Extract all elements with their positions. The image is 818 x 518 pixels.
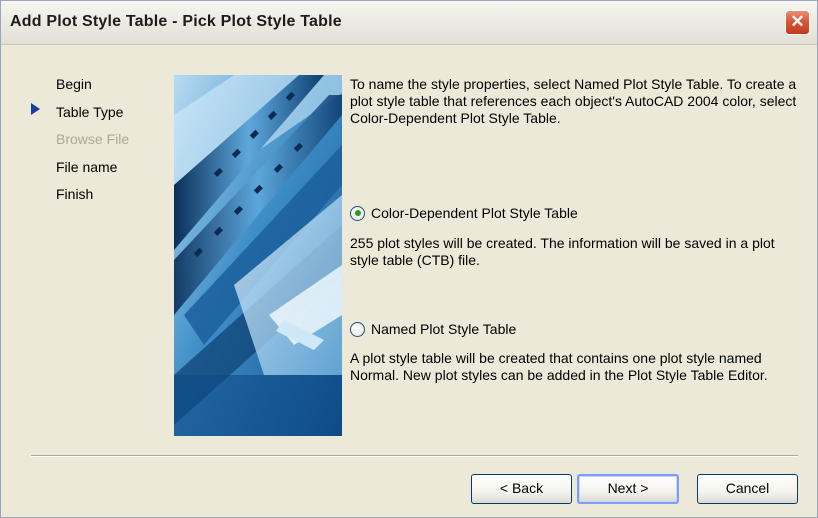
step-file-name: File name: [56, 158, 118, 175]
dialog-title: Add Plot Style Table - Pick Plot Style T…: [10, 13, 342, 30]
named-radio[interactable]: [350, 321, 365, 337]
step-browse-file: Browse File: [56, 131, 130, 147]
step-finish: Finish: [56, 186, 94, 202]
plotter-illustration: [174, 75, 342, 436]
color-dependent-option[interactable]: Color-Dependent Plot Style Table: [350, 205, 578, 221]
table-type-description: To name the style properties, select Nam…: [350, 76, 797, 126]
title-bar[interactable]: Add Plot Style Table - Pick Plot Style T…: [1, 1, 817, 45]
back-button[interactable]: < Back: [471, 474, 572, 504]
step-begin: Begin: [56, 76, 92, 92]
current-step-arrow-icon: [31, 103, 40, 115]
add-plot-style-table-dialog: Add Plot Style Table - Pick Plot Style T…: [0, 0, 818, 518]
step-table-type: Table Type: [56, 103, 124, 120]
color-dependent-label[interactable]: Color-Dependent Plot Style Table: [371, 205, 578, 221]
close-button[interactable]: ✕: [785, 10, 810, 35]
named-label[interactable]: Named Plot Style Table: [371, 321, 516, 337]
cancel-button[interactable]: Cancel: [697, 474, 798, 504]
button-divider: [31, 455, 798, 457]
close-icon: ✕: [790, 12, 805, 31]
color-dependent-radio[interactable]: [350, 205, 365, 221]
wizard-steps: Begin Table Type Browse File File name F…: [56, 75, 129, 213]
named-option[interactable]: Named Plot Style Table: [350, 321, 516, 337]
next-button[interactable]: Next >: [577, 474, 679, 504]
radio-selected-dot: [354, 210, 361, 216]
color-dependent-info: 255 plot styles will be created. The inf…: [350, 235, 775, 268]
named-info: A plot style table will be created that …: [350, 350, 768, 383]
